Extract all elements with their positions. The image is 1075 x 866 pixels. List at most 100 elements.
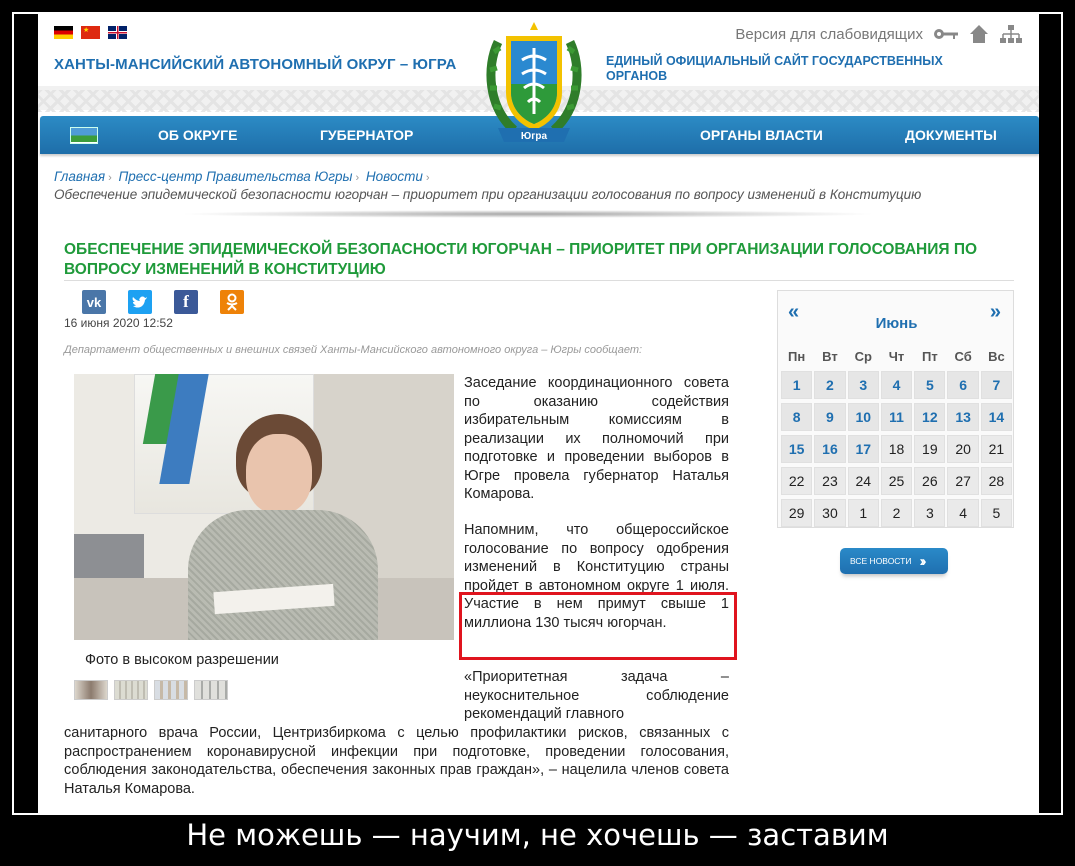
- calendar-day: 20: [947, 435, 979, 463]
- calendar-day: 27: [947, 467, 979, 495]
- thumbnail-4[interactable]: [194, 680, 228, 700]
- breadcrumb-separator-icon: ›: [108, 172, 112, 184]
- calendar-day[interactable]: 5: [914, 371, 946, 399]
- breadcrumb-press-center[interactable]: Пресс-центр Правительства Югры: [119, 169, 353, 184]
- coat-of-arms-emblem[interactable]: Югра: [484, 22, 584, 152]
- highlight-box: [459, 592, 737, 660]
- calendar-day: 25: [880, 467, 913, 495]
- demotivator-frame: ХАНТЫ-МАНСИЙСКИЙ АВТОНОМНЫЙ ОКРУГ – ЮГРА…: [12, 12, 1063, 815]
- nav-item-governor[interactable]: ГУБЕРНАТОР: [320, 127, 413, 143]
- accessibility-link[interactable]: Версия для слабовидящих: [735, 26, 923, 43]
- vk-icon[interactable]: vk: [82, 290, 106, 314]
- calendar-day[interactable]: 17: [847, 435, 879, 463]
- article-paragraph-3-end: санитарного врача России, Центризбиркома…: [64, 725, 729, 797]
- facebook-icon[interactable]: f: [174, 290, 198, 314]
- calendar-day: 21: [980, 435, 1013, 463]
- key-icon[interactable]: [933, 27, 959, 41]
- all-news-label: все новости: [850, 556, 912, 566]
- calendar-day[interactable]: 3: [847, 371, 879, 399]
- news-calendar: « » Июнь Пн Вт Ср Чт Пт Сб Вс 1 2 3 4 5 6 7 8 9 10 11 12 13…: [777, 290, 1014, 528]
- english-flag-icon[interactable]: [108, 26, 127, 39]
- calendar-day[interactable]: 6: [947, 371, 979, 399]
- calendar-day: 26: [914, 467, 946, 495]
- breadcrumb-news[interactable]: Новости: [366, 169, 423, 184]
- calendar-day[interactable]: 15: [781, 435, 813, 463]
- calendar-day[interactable]: 4: [880, 371, 913, 399]
- nav-item-about[interactable]: ОБ ОКРУГЕ: [158, 127, 237, 143]
- share-buttons: vk f: [82, 290, 244, 314]
- breadcrumb-separator-icon: ›: [425, 172, 430, 184]
- calendar-weekday: Вт: [822, 349, 838, 364]
- divider-shadow: [178, 210, 878, 218]
- chinese-flag-icon[interactable]: [81, 26, 100, 39]
- thumbnail-3[interactable]: [154, 680, 188, 700]
- article-paragraph-3-start: «Приоритетная задача – неукоснительное с…: [464, 669, 729, 722]
- calendar-day[interactable]: 11: [880, 403, 913, 431]
- photo-person-body: [188, 510, 378, 640]
- calendar-day: 5: [980, 499, 1013, 527]
- calendar-day[interactable]: 12: [914, 403, 946, 431]
- calendar-day[interactable]: 2: [814, 371, 846, 399]
- web-page: ХАНТЫ-МАНСИЙСКИЙ АВТОНОМНЫЙ ОКРУГ – ЮГРА…: [38, 14, 1039, 813]
- article-photo[interactable]: [74, 374, 454, 640]
- home-icon[interactable]: [969, 24, 989, 44]
- calendar-day: 28: [980, 467, 1013, 495]
- article-paragraph-1: Заседание координационного совета по ока…: [464, 375, 729, 502]
- calendar-day[interactable]: 8: [781, 403, 813, 431]
- calendar-day[interactable]: 9: [814, 403, 846, 431]
- breadcrumb: Главная › Пресс-центр Правительства Югры ›…: [54, 169, 921, 202]
- calendar-day: 29: [781, 499, 813, 527]
- calendar-day: 22: [781, 467, 813, 495]
- odnoklassniki-icon[interactable]: [220, 290, 244, 314]
- calendar-grid: Пн Вт Ср Чт Пт Сб Вс 1 2 3 4 5 6 7 8 9 10 11 12 13 14 15 16 17 1…: [780, 349, 1013, 527]
- calendar-day: 19: [914, 435, 946, 463]
- calendar-day: 30: [814, 499, 846, 527]
- calendar-day[interactable]: 13: [947, 403, 979, 431]
- calendar-day[interactable]: 16: [814, 435, 846, 463]
- nav-item-authorities[interactable]: ОРГАНЫ ВЛАСТИ: [700, 127, 823, 143]
- breadcrumb-current: Обеспечение эпидемической безопасности ю…: [54, 187, 922, 202]
- all-news-button[interactable]: все новости ››: [840, 548, 948, 574]
- calendar-day: 1: [847, 499, 879, 527]
- photo-person-face: [246, 434, 312, 514]
- title-divider: [64, 280, 1014, 281]
- photo-hires-link[interactable]: Фото в высоком разрешении: [85, 652, 279, 668]
- calendar-weekday: Сб: [954, 349, 972, 364]
- calendar-weekday: Пн: [788, 349, 806, 364]
- calendar-day: 2: [880, 499, 913, 527]
- site-subtitle: ЕДИНЫЙ ОФИЦИАЛЬНЫЙ САЙТ ГОСУДАРСТВЕННЫХ …: [606, 54, 943, 83]
- breadcrumb-separator-icon: ›: [355, 172, 360, 184]
- article-title: ОБЕСПЕЧЕНИЕ ЭПИДЕМИЧЕСКОЙ БЕЗОПАСНОСТИ Ю…: [64, 241, 978, 278]
- calendar-day[interactable]: 10: [847, 403, 879, 431]
- calendar-day[interactable]: 14: [980, 403, 1013, 431]
- language-flags: [54, 26, 127, 39]
- site-title[interactable]: ХАНТЫ-МАНСИЙСКИЙ АВТОНОМНЫЙ ОКРУГ – ЮГРА: [54, 56, 456, 73]
- thumbnail-1[interactable]: [74, 680, 108, 700]
- meme-caption: Не можешь — научим, не хочешь — заставим: [186, 818, 889, 852]
- article-date: 16 июня 2020 12:52: [64, 316, 173, 330]
- calendar-day: 4: [947, 499, 979, 527]
- calendar-weekday: Ср: [854, 349, 872, 364]
- emblem-ribbon-text: Югра: [521, 131, 548, 142]
- twitter-icon[interactable]: [128, 290, 152, 314]
- calendar-day[interactable]: 1: [781, 371, 813, 399]
- region-flag-icon[interactable]: [70, 127, 98, 144]
- calendar-weekday: Чт: [888, 349, 905, 364]
- calendar-day: 24: [847, 467, 879, 495]
- calendar-month: Июнь: [875, 315, 918, 332]
- sitemap-icon[interactable]: [999, 24, 1023, 44]
- breadcrumb-home[interactable]: Главная: [54, 169, 105, 184]
- thumbnail-2[interactable]: [114, 680, 148, 700]
- calendar-day: 18: [880, 435, 913, 463]
- calendar-weekday: Пт: [921, 349, 938, 364]
- nav-item-documents[interactable]: ДОКУМЕНТЫ: [905, 127, 997, 143]
- calendar-day: 23: [814, 467, 846, 495]
- photo-thumbnails: [74, 680, 228, 700]
- accessibility-bar: Версия для слабовидящих: [735, 24, 1023, 44]
- article-source: Департамент общественных и внешних связе…: [64, 344, 643, 356]
- calendar-day: 3: [914, 499, 946, 527]
- calendar-day[interactable]: 7: [980, 371, 1013, 399]
- german-flag-icon[interactable]: [54, 26, 73, 39]
- double-chevron-right-icon: ››: [919, 552, 926, 570]
- calendar-weekday: Вс: [988, 349, 1005, 364]
